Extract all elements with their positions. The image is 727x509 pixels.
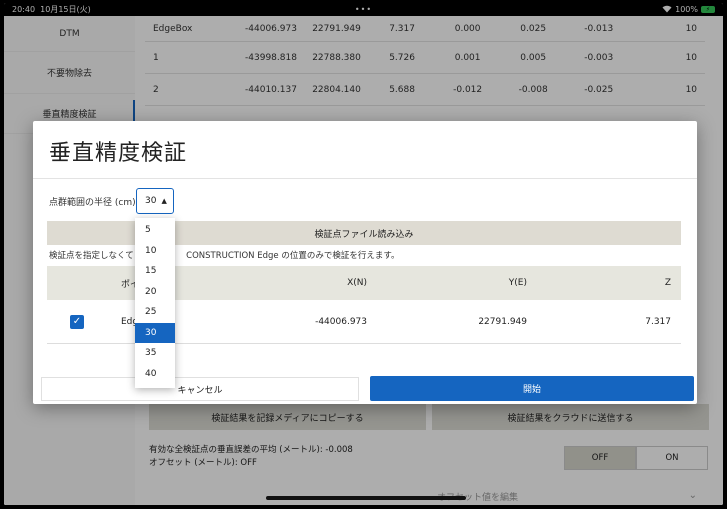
start-button[interactable]: 開始 xyxy=(370,376,694,401)
row-checkbox[interactable]: ✓ xyxy=(70,314,84,329)
x-value: -44006.973 xyxy=(315,316,367,327)
radius-label: 点群範囲の半径 (cm) xyxy=(49,198,136,208)
screen: 20:40 10月15日(火) ••• 100% ⚡ DTM 不要物除去 垂直精… xyxy=(4,3,723,505)
dropdown-option[interactable]: 5 xyxy=(135,220,175,241)
radius-dropdown-menu: 5 10 15 20 25 30 35 40 xyxy=(135,218,175,388)
dropdown-option[interactable]: 10 xyxy=(135,241,175,262)
column-header-y: Y(E) xyxy=(508,278,527,288)
z-value: 7.317 xyxy=(645,316,671,327)
divider xyxy=(33,178,697,179)
cancel-button[interactable]: キャンセル xyxy=(41,377,359,401)
dropdown-option[interactable]: 35 xyxy=(135,343,175,364)
note-right: CONSTRUCTION Edge の位置のみで検証を行えます。 xyxy=(186,251,400,261)
home-indicator[interactable] xyxy=(266,496,466,500)
radius-select-value: 30 xyxy=(145,196,157,206)
dropdown-option[interactable]: 25 xyxy=(135,302,175,323)
dropdown-option-selected[interactable]: 30 xyxy=(135,322,175,343)
dropdown-option[interactable]: 15 xyxy=(135,261,175,282)
column-header-z: Z xyxy=(664,278,671,288)
dropdown-option[interactable]: 20 xyxy=(135,282,175,303)
dropdown-option[interactable]: 40 xyxy=(135,364,175,385)
y-value: 22791.949 xyxy=(478,316,527,327)
caret-up-icon: ▲ xyxy=(161,197,167,205)
radius-select[interactable]: 30 ▲ xyxy=(136,188,174,214)
column-header-x: X(N) xyxy=(347,278,367,288)
dialog-title: 垂直精度検証 xyxy=(49,141,188,166)
note-left: 検証点を指定しなくて xyxy=(49,251,134,261)
note-text: 検証点を指定しなくて CONSTRUCTION Edge の位置のみで検証を行え… xyxy=(49,249,400,261)
vertical-accuracy-dialog: 垂直精度検証 点群範囲の半径 (cm) 30 ▲ 検証点ファイル読み込み 検証点… xyxy=(33,121,697,404)
